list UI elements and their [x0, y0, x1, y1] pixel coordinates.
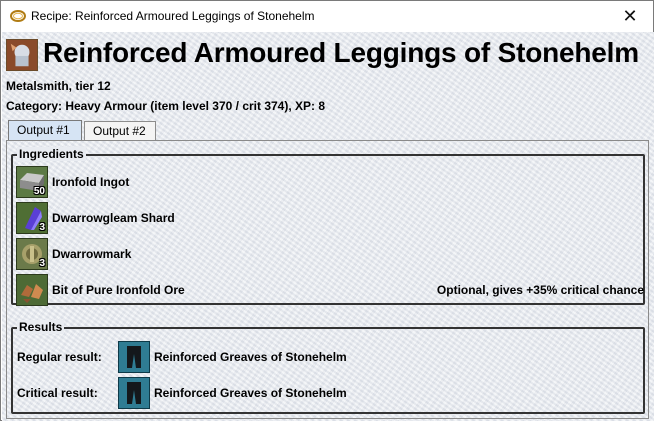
- ingredient-quantity: 50: [33, 186, 45, 197]
- tab-output-2[interactable]: Output #2: [84, 121, 156, 141]
- greaves-icon[interactable]: [118, 377, 150, 409]
- recipe-content: Reinforced Armoured Leggings of Stonehel…: [2, 32, 654, 421]
- ingredients-heading: Ingredients: [17, 147, 86, 161]
- results-heading: Results: [17, 320, 65, 334]
- ingredient-name: Dwarrowmark: [52, 247, 132, 261]
- result-item-name: Reinforced Greaves of Stonehelm: [154, 350, 347, 364]
- ingredients-group: Ingredients 50 Ironfold Ingot 3 Dwarrowg…: [11, 147, 645, 306]
- greaves-glyph: [119, 378, 149, 408]
- result-item-name: Reinforced Greaves of Stonehelm: [154, 386, 347, 400]
- tab-output-1[interactable]: Output #1: [8, 120, 82, 141]
- ingredient-row: 3 Dwarrowgleam Shard: [16, 202, 644, 234]
- profession-tier: Metalsmith, tier 12: [6, 79, 111, 93]
- ingredient-quantity: 3: [39, 258, 45, 269]
- ore-glyph: [17, 275, 47, 305]
- ingredient-name: Dwarrowgleam Shard: [52, 211, 175, 225]
- greaves-glyph: [119, 342, 149, 372]
- ingredient-name: Bit of Pure Ironfold Ore: [52, 283, 185, 297]
- ingredient-row: 3 Dwarrowmark: [16, 238, 644, 270]
- title-bar: Recipe: Reinforced Armoured Leggings of …: [1, 1, 653, 32]
- result-label: Critical result:: [17, 386, 98, 400]
- tab-panel: Ingredients 50 Ironfold Ingot 3 Dwarrowg…: [6, 140, 649, 419]
- recipe-category: Category: Heavy Armour (item level 370 /…: [6, 99, 326, 113]
- greaves-icon[interactable]: [118, 341, 150, 373]
- ingredient-quantity: 3: [39, 222, 45, 233]
- recipe-title: Reinforced Armoured Leggings of Stonehel…: [43, 37, 639, 68]
- result-row-regular: Regular result: Reinforced Greaves of St…: [17, 341, 637, 373]
- window-title: Recipe: Reinforced Armoured Leggings of …: [31, 9, 315, 23]
- ore-icon[interactable]: [16, 274, 48, 306]
- result-label: Regular result:: [17, 350, 102, 364]
- result-row-critical: Critical result: Reinforced Greaves of S…: [17, 377, 637, 409]
- results-group: Results Regular result: Reinforced Greav…: [11, 320, 645, 414]
- ingredient-name: Ironfold Ingot: [52, 175, 130, 189]
- shard-icon[interactable]: 3: [16, 202, 48, 234]
- mark-icon[interactable]: 3: [16, 238, 48, 270]
- ingredient-row: Bit of Pure Ironfold Ore Optional, gives…: [16, 274, 644, 306]
- ingredient-row: 50 Ironfold Ingot: [16, 166, 644, 198]
- close-icon: ✕: [622, 6, 638, 26]
- ingot-icon[interactable]: 50: [16, 166, 48, 198]
- recipe-icon: [6, 39, 38, 71]
- ring-icon: [10, 10, 26, 22]
- close-button[interactable]: ✕: [607, 1, 653, 32]
- ingredient-optional-note: Optional, gives +35% critical chance: [436, 283, 644, 297]
- recipe-window: Recipe: Reinforced Armoured Leggings of …: [0, 0, 654, 421]
